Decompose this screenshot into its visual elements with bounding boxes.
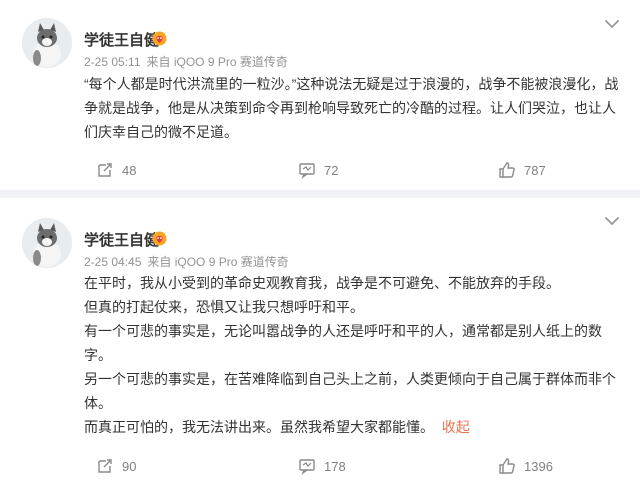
comment-button[interactable]: 72	[298, 155, 338, 185]
author-name[interactable]: 学徒王自健	[84, 29, 159, 50]
like-button[interactable]: 787	[498, 155, 546, 185]
post-source: 来自 iQOO 9 Pro 赛道传奇	[146, 55, 288, 69]
comment-button[interactable]: 178	[298, 451, 346, 481]
post-paragraph: 另一个可悲的事实是，在苦难降临到自己头上之前，人类更倾向于自己属于群体而非个体。	[84, 371, 616, 411]
thumbs-up-icon	[499, 458, 515, 474]
post-paragraph: 有一个可悲的事实是，无论叫嚣战争的人还是呼吁和平的人，通常都是别人纸上的数字。	[84, 323, 602, 363]
repost-icon	[98, 163, 112, 177]
verified-badge-icon	[152, 31, 167, 46]
post-paragraph: 但真的打起仗来，恐惧又让我只想呼吁和平。	[84, 299, 364, 315]
post-paragraph: 而真正可怕的，我无法讲出来。虽然我希望大家都能懂。	[84, 419, 434, 435]
post-time[interactable]: 2-25 04:45	[84, 255, 141, 269]
collapse-link[interactable]: 收起	[442, 419, 470, 435]
post-meta: 2-25 05:11 来自 iQOO 9 Pro 赛道传奇	[84, 53, 294, 70]
cat-avatar-icon	[22, 18, 72, 68]
comment-icon	[299, 163, 315, 179]
post-paragraph: “每个人都是时代洪流里的一粒沙。”这种说法无疑是过于浪漫的，战争不能被浪漫化，战…	[84, 76, 619, 140]
post-paragraph: 在平时，我从小受到的革命史观教育我，战争是不可避免、不能放弃的手段。	[84, 275, 560, 291]
chevron-down-icon[interactable]	[604, 215, 620, 227]
author-name[interactable]: 学徒王自健	[84, 229, 159, 250]
comment-count: 178	[324, 458, 346, 474]
post-time[interactable]: 2-25 05:11	[84, 55, 141, 69]
comment-icon	[299, 459, 315, 475]
post-meta: 2-25 04:45 来自 iQOO 9 Pro 赛道传奇	[84, 253, 295, 270]
avatar[interactable]	[22, 18, 72, 68]
post-actions: 90 178 1396	[0, 451, 640, 481]
thumbs-up-icon	[499, 162, 515, 178]
like-button[interactable]: 1396	[498, 451, 553, 481]
chevron-down-icon[interactable]	[604, 18, 620, 30]
post-text: “每个人都是时代洪流里的一粒沙。”这种说法无疑是过于浪漫的，战争不能被浪漫化，战…	[84, 72, 624, 144]
repost-count: 90	[122, 458, 137, 474]
repost-count: 48	[122, 162, 137, 178]
comment-count: 72	[324, 162, 339, 178]
post-text: 在平时，我从小受到的革命史观教育我，战争是不可避免、不能放弃的手段。 但真的打起…	[84, 271, 624, 439]
like-count: 1396	[524, 458, 553, 474]
like-count: 787	[524, 162, 546, 178]
verified-badge-icon	[152, 231, 167, 246]
repost-button[interactable]: 48	[96, 155, 136, 185]
avatar[interactable]	[22, 218, 72, 268]
post-actions: 48 72 787	[0, 155, 640, 185]
repost-icon	[98, 459, 112, 473]
weibo-post-card: 学徒王自健 2-25 04:45 来自 iQOO 9 Pro 赛道传奇 在平时，我…	[0, 198, 640, 488]
post-paragraph-last: 而真正可怕的，我无法讲出来。虽然我希望大家都能懂。 收起	[84, 415, 624, 439]
post-source: 来自 iQOO 9 Pro 赛道传奇	[147, 255, 289, 269]
repost-button[interactable]: 90	[96, 451, 136, 481]
weibo-post-card: 学徒王自健 2-25 05:11 来自 iQOO 9 Pro 赛道传奇 “每个人都…	[0, 0, 640, 190]
cat-avatar-icon	[22, 218, 72, 268]
